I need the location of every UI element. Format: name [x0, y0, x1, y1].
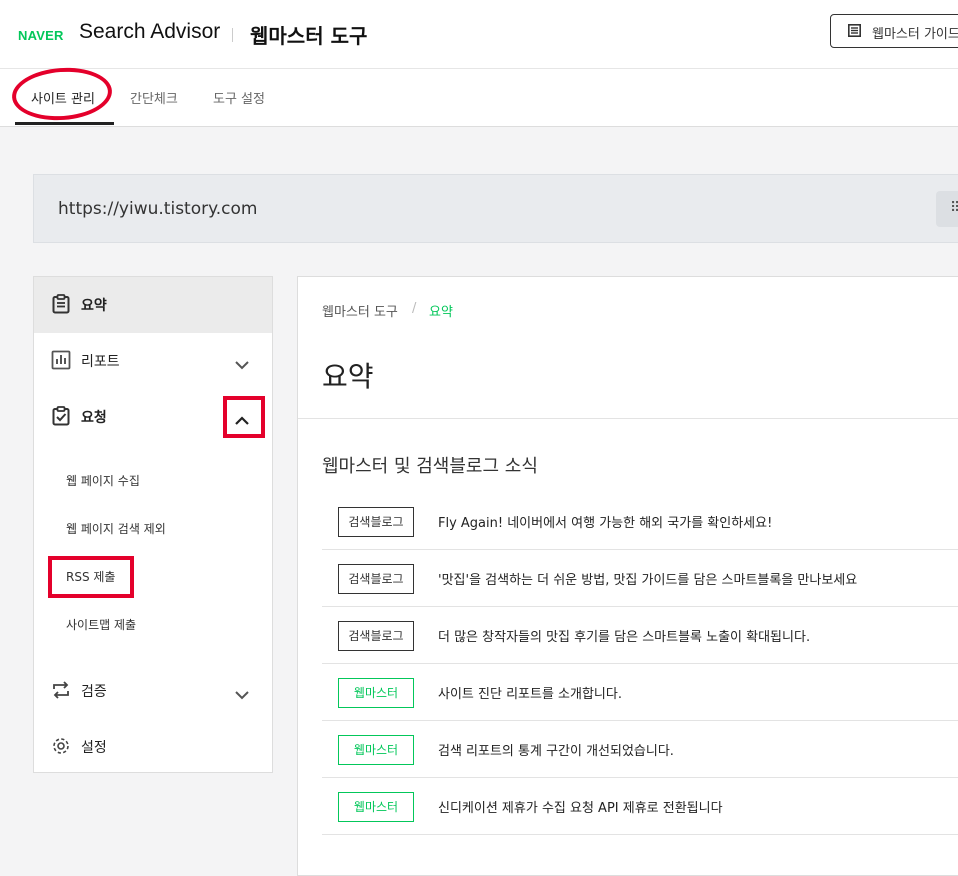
product-name[interactable]: Search Advisor	[79, 20, 220, 44]
news-tag: 웹마스터	[338, 735, 414, 765]
news-row[interactable]: 웹마스터 신디케이션 제휴가 수집 요청 API 제휴로 전환됩니다	[322, 777, 958, 835]
clipboard-check-icon	[51, 406, 71, 430]
page-title: 요약	[322, 360, 374, 393]
sidebar-item-label: 리포트	[81, 354, 120, 370]
news-tag: 웹마스터	[338, 792, 414, 822]
sidebar-subitem-page-exclude[interactable]: 웹 페이지 검색 제외	[66, 520, 166, 537]
document-icon	[848, 24, 861, 41]
header-divider-line	[0, 68, 958, 69]
news-title[interactable]: 검색 리포트의 통계 구간이 개선되었습니다.	[438, 740, 674, 759]
site-url-bar: https://yiwu.tistory.com ⠿	[33, 174, 958, 243]
sidebar-item-label: 설정	[81, 740, 107, 756]
news-row[interactable]: 검색블로그 Fly Again! 네이버에서 여행 가능한 해외 국가를 확인하…	[322, 492, 958, 550]
list-icon: ⠿	[950, 200, 958, 216]
site-url[interactable]: https://yiwu.tistory.com	[58, 199, 257, 219]
breadcrumb-current: 요약	[429, 305, 453, 320]
news-title[interactable]: '맛집'을 검색하는 더 쉬운 방법, 맛집 가이드를 담은 스마트블록을 만나…	[438, 569, 857, 588]
breadcrumb-separator: /	[412, 301, 417, 316]
chevron-down-icon[interactable]	[234, 355, 250, 374]
breadcrumb-root[interactable]: 웹마스터 도구	[322, 301, 398, 320]
news-tag: 웹마스터	[338, 678, 414, 708]
guide-button-label: 웹마스터 가이드	[872, 27, 958, 42]
news-row[interactable]: 웹마스터 사이트 진단 리포트를 소개합니다.	[322, 663, 958, 721]
news-tag: 검색블로그	[338, 564, 414, 594]
site-list-button[interactable]: ⠿	[936, 191, 958, 227]
clipboard-icon	[51, 294, 71, 318]
repeat-icon	[51, 680, 71, 704]
bar-chart-icon	[51, 350, 71, 374]
sidebar-item-label: 요청	[81, 410, 107, 426]
tab-quick-check[interactable]: 간단체크	[130, 88, 178, 107]
gear-icon	[51, 736, 71, 760]
news-title[interactable]: 사이트 진단 리포트를 소개합니다.	[438, 683, 622, 702]
news-row[interactable]: 검색블로그 더 많은 창작자들의 맛집 후기를 담은 스마트블록 노출이 확대됩…	[322, 606, 958, 664]
news-title[interactable]: Fly Again! 네이버에서 여행 가능한 해외 국가를 확인하세요!	[438, 512, 772, 531]
header-divider	[232, 28, 233, 42]
news-tag: 검색블로그	[338, 507, 414, 537]
main-panel: 웹마스터 도구 / 요약 요약 웹마스터 및 검색블로그 소식 검색블로그 Fl…	[297, 276, 958, 876]
sidebar-item-label: 검증	[81, 684, 107, 700]
news-section-title: 웹마스터 및 검색블로그 소식	[322, 456, 538, 477]
naver-logo[interactable]: NAVER	[18, 28, 64, 43]
annotation-box-chevron	[223, 396, 265, 438]
tool-title[interactable]: 웹마스터 도구	[250, 20, 367, 49]
webmaster-guide-button[interactable]: 웹마스터 가이드	[830, 14, 958, 48]
news-row[interactable]: 웹마스터 검색 리포트의 통계 구간이 개선되었습니다.	[322, 720, 958, 778]
active-tab-indicator	[15, 122, 114, 125]
sidebar-subitem-sitemap-submit[interactable]: 사이트맵 제출	[66, 616, 136, 633]
title-divider	[298, 418, 958, 419]
news-row[interactable]: 검색블로그 '맛집'을 검색하는 더 쉬운 방법, 맛집 가이드를 담은 스마트…	[322, 549, 958, 607]
tab-tool-settings[interactable]: 도구 설정	[213, 88, 265, 107]
news-title[interactable]: 신디케이션 제휴가 수집 요청 API 제휴로 전환됩니다	[438, 797, 723, 816]
sidebar-item-label: 요약	[81, 298, 107, 314]
sidebar-subitem-page-collect[interactable]: 웹 페이지 수집	[66, 472, 140, 489]
top-header: NAVER Search Advisor 웹마스터 도구 웹마스터 가이드 사이…	[0, 0, 958, 127]
sidebar: 요약 리포트 요청 웹 페이지 수집 웹 페이지 검색 제외 RSS 제출 사이…	[33, 276, 273, 773]
chevron-down-icon[interactable]	[234, 685, 250, 704]
news-tag: 검색블로그	[338, 621, 414, 651]
annotation-box-rss	[48, 556, 134, 598]
sidebar-item-summary[interactable]: 요약	[34, 277, 272, 333]
news-title[interactable]: 더 많은 창작자들의 맛집 후기를 담은 스마트블록 노출이 확대됩니다.	[438, 626, 810, 645]
